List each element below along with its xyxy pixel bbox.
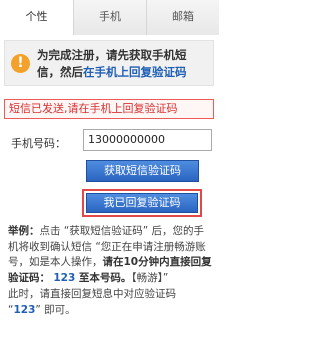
notice-line2-highlight: 在手机上回复验证码: [83, 65, 187, 79]
phone-label: 手机号码：: [11, 137, 66, 150]
tab-phone[interactable]: 手机: [73, 0, 146, 35]
get-sms-code-button[interactable]: 获取短信验证码: [86, 160, 199, 182]
example-text-c: 【畅游】”: [131, 271, 169, 284]
sms-sent-message: 短信已发送,请在手机上回复验证码: [4, 99, 214, 119]
tab-bar: 个性 手机 邮箱: [0, 0, 219, 36]
example-instructions: 举例：点击 “获取短信验证码” 后，您的手机将收到确认短信 “您正在申请注册畅游…: [8, 224, 212, 318]
notice-box: ! 为完成注册，请先获取手机短 信，然后在手机上回复验证码: [4, 40, 214, 86]
verification-code-example: 123: [53, 271, 76, 284]
notice-line1: 为完成注册，请先获取手机短: [37, 48, 187, 62]
sms-verification-panel: 个性 手机 邮箱 ! 为完成注册，请先获取手机短 信，然后在手机上回复验证码 短…: [0, 0, 219, 339]
phone-number-input[interactable]: 13000000000: [83, 129, 212, 151]
notice-line2-prefix: 信，然后: [37, 65, 83, 79]
replied-button-highlight: 我已回复验证码: [82, 189, 202, 217]
replied-code-button[interactable]: 我已回复验证码: [86, 193, 198, 213]
verification-code-reply: 123: [13, 303, 36, 316]
warning-icon: !: [11, 54, 30, 73]
notice-text: 为完成注册，请先获取手机短 信，然后在手机上回复验证码: [37, 47, 213, 81]
tab-email[interactable]: 邮箱: [146, 0, 219, 35]
example-reply-text-b: ” 即可。: [35, 303, 76, 316]
tab-personal[interactable]: 个性: [0, 0, 73, 36]
example-bold-b: 至本号码。: [75, 271, 132, 284]
example-label: 举例：: [8, 225, 40, 237]
